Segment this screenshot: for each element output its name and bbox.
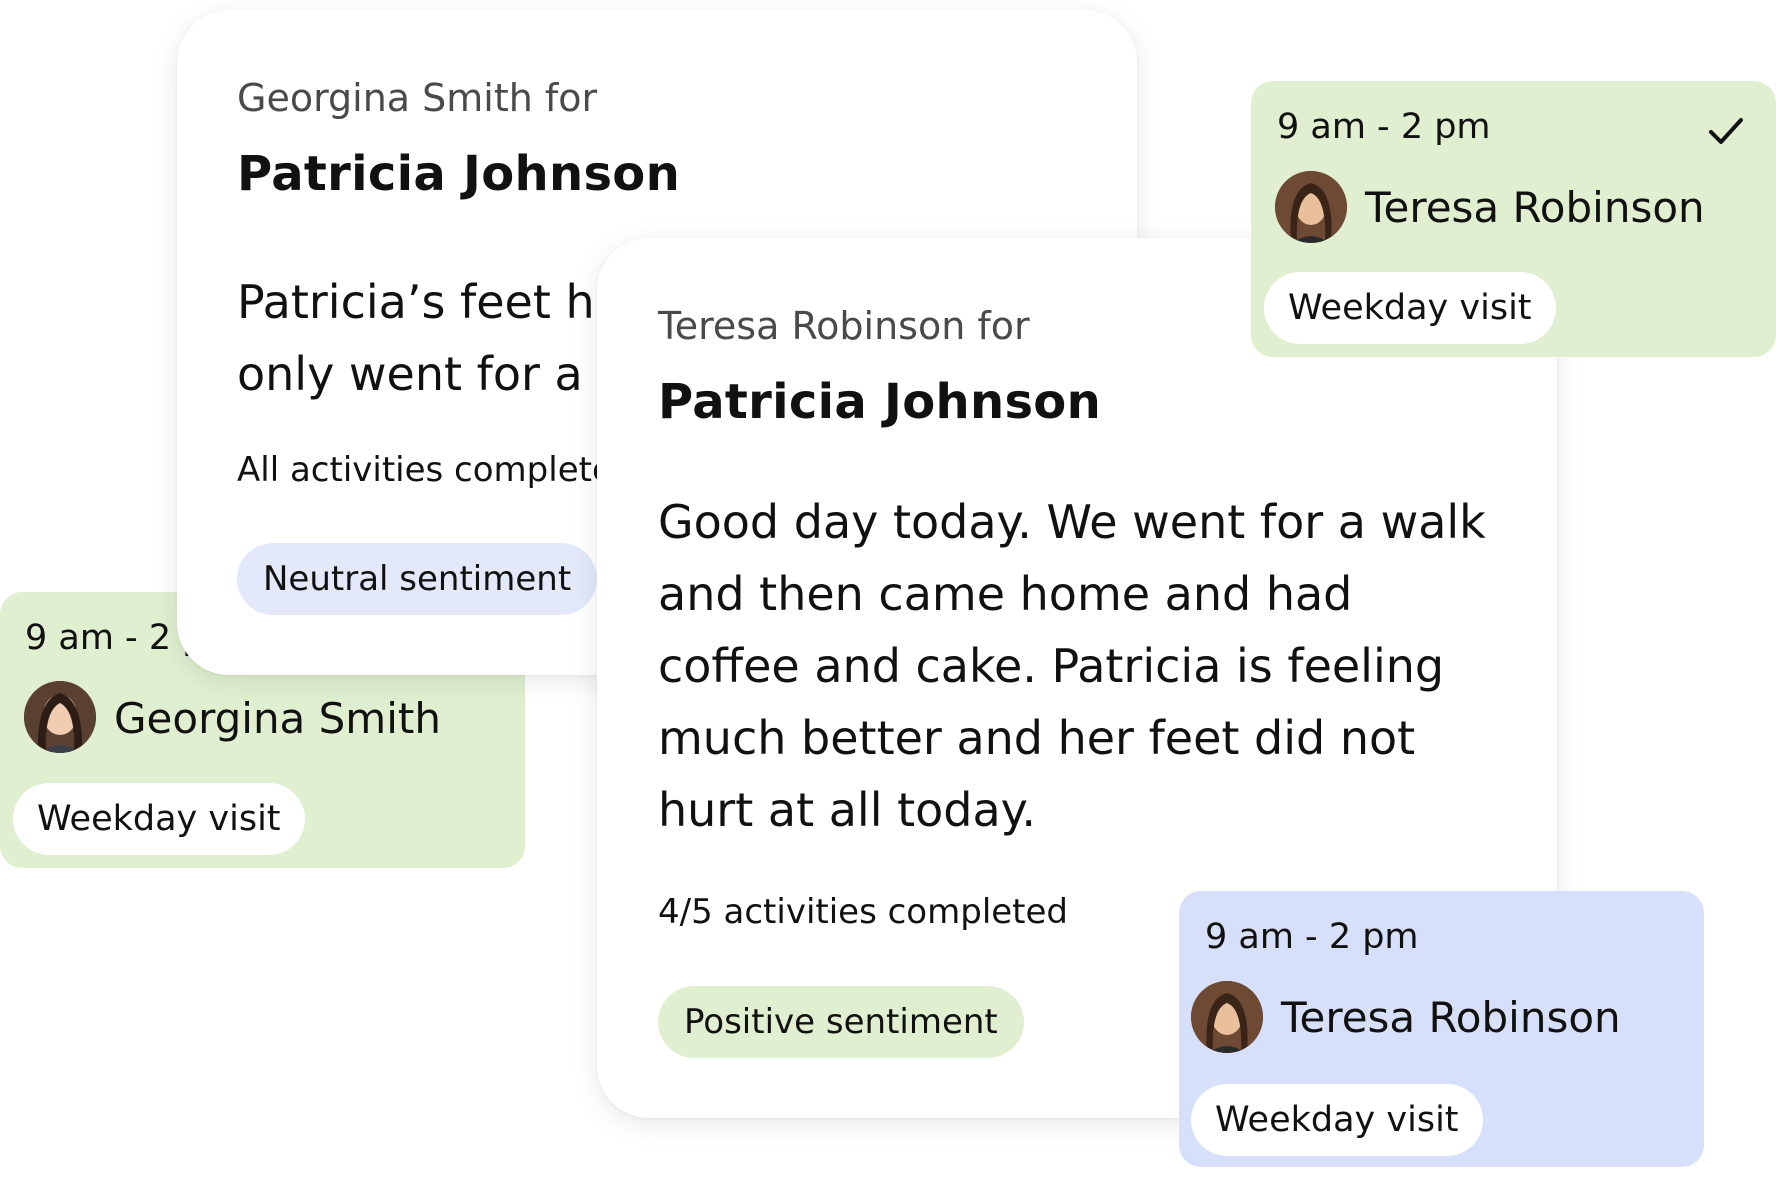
shift-card-teresa-bottom[interactable]: 9 am - 2 pm Teresa Robinson Weekday visi… — [1179, 891, 1704, 1167]
visit-type-pill: Weekday visit — [13, 783, 305, 855]
shift-card-teresa-top[interactable]: 9 am - 2 pm Teresa Robinson Weekday visi… — [1251, 81, 1776, 357]
checkmark-icon — [1709, 118, 1743, 144]
caregiver-name: Teresa Robinson — [1365, 183, 1705, 232]
note-text-line-5: hurt at all today. — [658, 783, 1036, 837]
note-text-line-3: coffee and cake. Patricia is feeling — [658, 639, 1445, 693]
teresa-avatar-icon — [1191, 981, 1263, 1053]
sentiment-badge: Neutral sentiment — [237, 543, 598, 615]
note-text-line-1: Good day today. We went for a walk — [658, 495, 1486, 549]
note-text-line-4: much better and her feet did not — [658, 711, 1416, 765]
caregiver-name: Georgina Smith — [114, 694, 441, 743]
client-name: Patricia Johnson — [237, 146, 681, 202]
activities-status: 4/5 activities completed — [658, 892, 1069, 932]
visit-type-pill: Weekday visit — [1264, 272, 1556, 344]
teresa-avatar-icon — [1275, 171, 1347, 243]
shift-time: 9 am - 2 pm — [1277, 107, 1491, 147]
sentiment-badge: Positive sentiment — [658, 986, 1024, 1058]
visit-type-pill: Weekday visit — [1191, 1084, 1483, 1156]
caregiver-name: Teresa Robinson — [1281, 993, 1621, 1042]
activities-status: All activities completed — [237, 450, 635, 490]
client-name: Patricia Johnson — [658, 374, 1102, 430]
shift-time: 9 am - 2 pm — [1205, 917, 1419, 957]
note-text-line-2: and then came home and had — [658, 567, 1353, 621]
note-author: Georgina Smith for — [237, 76, 598, 120]
georgina-avatar-icon — [24, 681, 96, 753]
note-author: Teresa Robinson for — [658, 304, 1030, 348]
